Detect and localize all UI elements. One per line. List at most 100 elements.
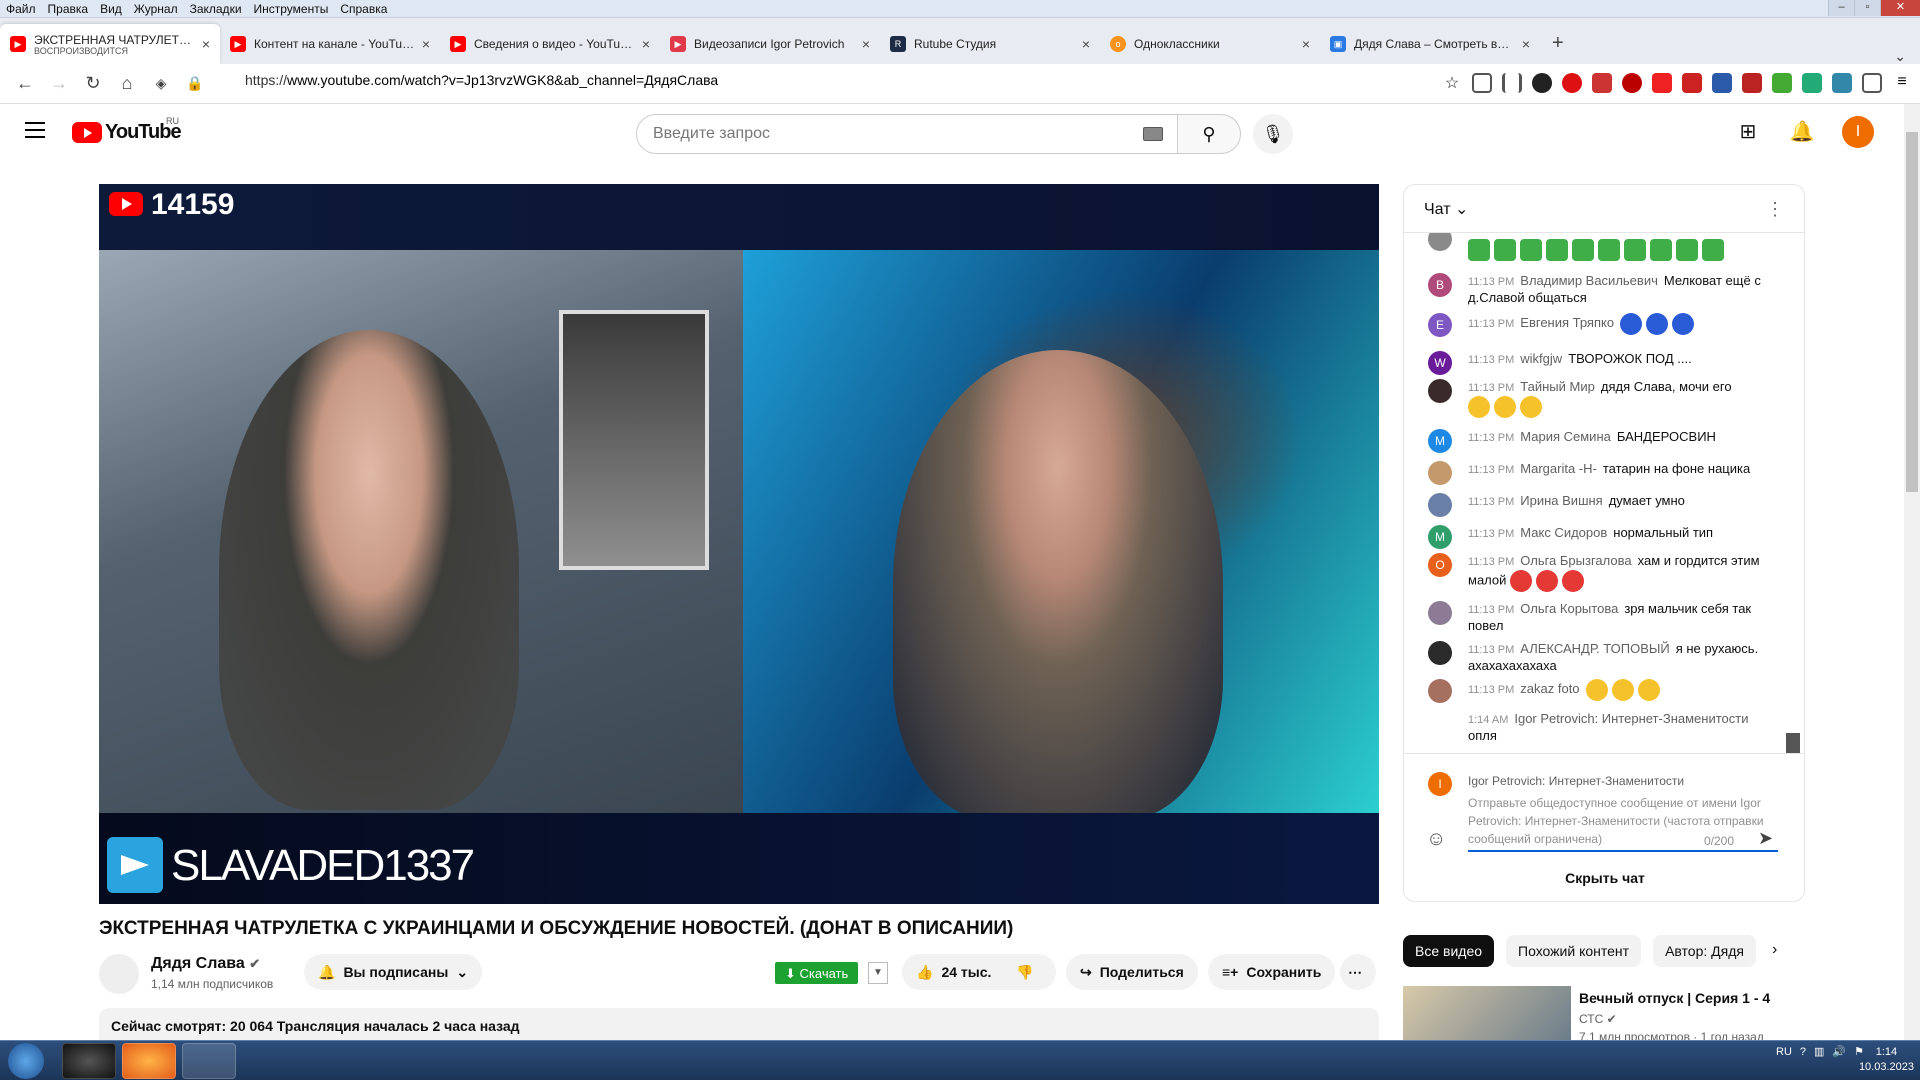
extension-icon[interactable]	[1802, 73, 1822, 93]
notepad-icon[interactable]	[182, 1043, 236, 1079]
start-button[interactable]	[8, 1043, 44, 1079]
create-video-icon[interactable]: ⊞	[1734, 118, 1762, 146]
volume-icon[interactable]: 🔊	[1832, 1045, 1846, 1058]
extension-icon[interactable]	[1742, 73, 1762, 93]
tab-youtube-live[interactable]: ▶ ЭКСТРЕННАЯ ЧАТРУЛЕТКА С УКРВОСПРОИЗВОД…	[0, 24, 220, 64]
hamburger-menu-icon[interactable]: ≡	[1892, 73, 1912, 93]
more-vertical-icon[interactable]: ⋮	[1766, 199, 1784, 220]
chat-scrollbar[interactable]	[1786, 733, 1800, 753]
microphone-icon[interactable]: 🎙	[1253, 114, 1293, 154]
share-button[interactable]: ↪ Поделиться	[1066, 954, 1198, 990]
filter-author[interactable]: Автор: Дядя	[1653, 935, 1756, 967]
message-author[interactable]: Евгения Тряпко	[1520, 315, 1614, 330]
language-indicator[interactable]: RU	[1776, 1046, 1792, 1058]
list-tabs-icon[interactable]: ⌄	[1894, 48, 1906, 65]
home-icon[interactable]: ⌂	[110, 73, 144, 94]
extension-icon[interactable]	[1532, 73, 1552, 93]
subscribed-button[interactable]: 🔔 Вы подписаны ⌄	[304, 954, 483, 990]
message-author[interactable]: Макс Сидоров	[1520, 525, 1607, 540]
message-author[interactable]: Igor Petrovich: Интернет-Знаменитости	[1514, 711, 1748, 726]
avatar[interactable]: I	[1842, 116, 1874, 148]
channel-name[interactable]: Дядя Слава ✔	[151, 955, 260, 973]
recommended-title[interactable]: Вечный отпуск | Серия 1 - 4	[1579, 990, 1770, 1006]
message-author[interactable]: wikfgjw	[1520, 351, 1562, 366]
tab-dyadya-slava[interactable]: ▣ Дядя Слава – Смотреть видео ×	[1320, 24, 1540, 64]
opera-icon[interactable]	[1562, 73, 1582, 93]
download-options-button[interactable]: ▼	[868, 962, 888, 984]
extension-icon[interactable]	[1652, 73, 1672, 93]
menu-history[interactable]: Журнал	[128, 2, 184, 16]
send-icon[interactable]: ➤	[1758, 828, 1773, 849]
address-bar[interactable]: https://www.youtube.com/watch?v=Jp13rvzW…	[245, 72, 718, 88]
extension-icon[interactable]	[1832, 73, 1852, 93]
search-button[interactable]: ⚲	[1177, 114, 1241, 154]
menu-file[interactable]: Файл	[0, 2, 42, 16]
message-author[interactable]: Ольга Корытова	[1520, 601, 1618, 616]
reload-icon[interactable]: ↻	[76, 73, 110, 94]
message-author[interactable]: Владимир Васильевич	[1520, 273, 1658, 288]
youtube-logo[interactable]: YouTube RU	[72, 116, 182, 144]
keyboard-icon[interactable]	[1143, 127, 1163, 141]
tab-studio-video[interactable]: ▶ Сведения о видео - YouTube Studio ×	[440, 24, 660, 64]
guide-menu-icon[interactable]	[25, 122, 45, 138]
obs-icon[interactable]	[62, 1043, 116, 1079]
maximize-button[interactable]: ▫	[1854, 0, 1880, 16]
tab-rutube[interactable]: R Rutube Студия ×	[880, 24, 1100, 64]
hide-chat-button[interactable]: Скрыть чат	[1404, 853, 1804, 901]
message-author[interactable]: zakaz foto	[1520, 681, 1579, 696]
message-author[interactable]: Ольга Брызгалова	[1520, 553, 1631, 568]
tab-videos[interactable]: ▶ Видеозаписи Igor Petrovich ×	[660, 24, 880, 64]
channel-avatar[interactable]	[99, 954, 139, 994]
firefox-icon[interactable]	[122, 1043, 176, 1079]
network-icon[interactable]: ▥	[1814, 1045, 1824, 1058]
menu-tools[interactable]: Инструменты	[248, 2, 335, 16]
extension-icon[interactable]	[1772, 73, 1792, 93]
chat-mode-dropdown[interactable]: Чат ⌄	[1424, 199, 1468, 219]
help-icon[interactable]: ?	[1800, 1046, 1806, 1058]
filter-related[interactable]: Похожий контент	[1506, 935, 1642, 967]
message-author[interactable]: Мария Семина	[1520, 429, 1611, 444]
forward-icon[interactable]: →	[42, 73, 76, 94]
message-author[interactable]: АЛЕКСАНДР. ТОПОВЫЙ	[1520, 641, 1669, 656]
new-tab-button[interactable]: +	[1540, 24, 1576, 64]
description-box[interactable]: Сейчас смотрят: 20 064 Трансляция начала…	[99, 1008, 1379, 1042]
tab-odnoklassniki[interactable]: o Одноклассники ×	[1100, 24, 1320, 64]
menu-help[interactable]: Справка	[334, 2, 393, 16]
close-tab-icon[interactable]: ×	[642, 36, 650, 52]
puzzle-icon[interactable]	[1862, 73, 1882, 93]
menu-bookmarks[interactable]: Закладки	[184, 2, 248, 16]
page-scrollbar[interactable]	[1904, 104, 1920, 1040]
search-input[interactable]: Введите запрос	[636, 114, 1178, 154]
extension-icon[interactable]	[1682, 73, 1702, 93]
close-tab-icon[interactable]: ×	[1522, 36, 1530, 52]
recommended-video[interactable]: Вечный отпуск | Серия 1 - 4 СТС ✔ 7,1 мл…	[1403, 986, 1805, 1044]
menu-edit[interactable]: Правка	[42, 2, 95, 16]
message-author[interactable]: Ирина Вишня	[1520, 493, 1602, 508]
chevron-right-icon[interactable]: ›	[1768, 935, 1781, 967]
window-close-button[interactable]: ✕	[1880, 0, 1920, 16]
video-thumbnail[interactable]	[1403, 986, 1571, 1042]
menu-view[interactable]: Вид	[94, 2, 128, 16]
close-tab-icon[interactable]: ×	[202, 36, 210, 52]
message-author[interactable]: Margarita -Н-	[1520, 461, 1597, 476]
save-button[interactable]: ≡+ Сохранить	[1208, 954, 1336, 990]
minimize-button[interactable]: –	[1828, 0, 1854, 16]
tab-studio-content[interactable]: ▶ Контент на канале - YouTube Studio ×	[220, 24, 440, 64]
library-icon[interactable]	[1502, 73, 1522, 93]
lock-icon[interactable]: 🔒	[178, 75, 212, 92]
video-player[interactable]: 14159 SLAVADED1337	[99, 184, 1379, 904]
emoji-picker-icon[interactable]: ☺	[1426, 828, 1446, 851]
bookmark-star-icon[interactable]: ☆	[1442, 73, 1462, 93]
close-tab-icon[interactable]: ×	[1082, 36, 1090, 52]
extension-icon[interactable]	[1622, 73, 1642, 93]
notifications-bell-icon[interactable]: 🔔	[1788, 118, 1816, 146]
more-actions-button[interactable]: ⋯	[1340, 954, 1376, 990]
adblock-icon[interactable]	[1592, 73, 1612, 93]
back-icon[interactable]: ←	[8, 73, 42, 94]
download-button[interactable]: ⬇ Скачать	[775, 962, 859, 984]
message-author[interactable]: Тайный Мир	[1520, 379, 1595, 394]
close-tab-icon[interactable]: ×	[1302, 36, 1310, 52]
shield-extension-icon[interactable]	[1712, 73, 1732, 93]
close-tab-icon[interactable]: ×	[862, 36, 870, 52]
chat-messages[interactable]: В 11:13 PM Владимир Васильевич Мелковат ещ…	[1404, 233, 1804, 753]
